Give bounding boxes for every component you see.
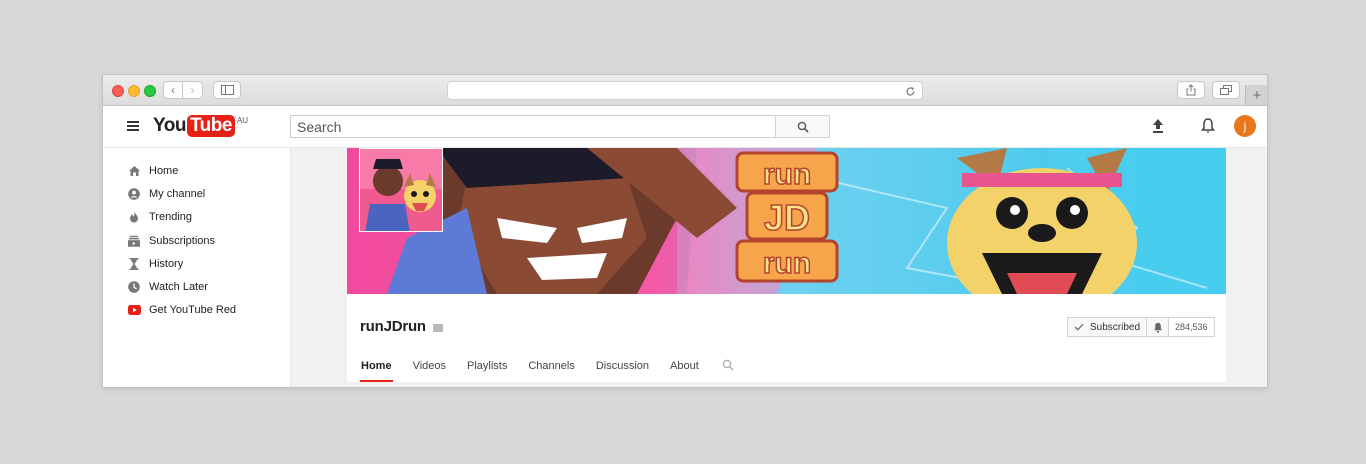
search-input[interactable] bbox=[290, 115, 776, 138]
logo-tube-text: Tube bbox=[186, 115, 235, 137]
share-button[interactable] bbox=[1177, 81, 1205, 99]
sidebar: Home My channel Trending Subscriptions H… bbox=[103, 148, 290, 387]
tabs-icon bbox=[1220, 85, 1232, 95]
sidebar-item-watch-later[interactable]: Watch Later bbox=[103, 275, 290, 298]
sidebar-item-label: Watch Later bbox=[149, 280, 208, 293]
subscribed-button[interactable]: Subscribed bbox=[1068, 318, 1148, 336]
sidebar-item-youtube-red[interactable]: Get YouTube Red bbox=[103, 298, 290, 321]
channel-search-button[interactable] bbox=[722, 358, 734, 371]
browser-titlebar: ‹ › + bbox=[103, 75, 1267, 106]
browser-window: ‹ › + You Tube AU Search j Home My chann… bbox=[103, 75, 1267, 387]
menu-icon[interactable] bbox=[127, 121, 139, 131]
tab-videos[interactable]: Videos bbox=[413, 360, 446, 382]
tab-discussion[interactable]: Discussion bbox=[596, 360, 649, 382]
reload-icon bbox=[905, 86, 915, 95]
banner-text-run-bottom: run bbox=[763, 247, 811, 280]
channel-tabs: Home Videos Playlists Channels Discussio… bbox=[360, 358, 734, 382]
search-button[interactable] bbox=[775, 115, 830, 138]
channel-page: run JD run runJDrun Subscribed 284,536 H… bbox=[291, 148, 1267, 387]
subscribe-widget: Subscribed 284,536 bbox=[1067, 317, 1215, 337]
forward-button[interactable]: › bbox=[183, 81, 203, 99]
sidebar-item-trending[interactable]: Trending bbox=[103, 205, 290, 228]
sidebar-icon bbox=[220, 85, 234, 95]
home-icon bbox=[127, 164, 141, 178]
search-icon bbox=[722, 359, 734, 371]
subscribed-label: Subscribed bbox=[1090, 321, 1141, 333]
checkmark-icon bbox=[1074, 323, 1084, 331]
zoom-window-button[interactable] bbox=[144, 85, 156, 97]
clock-icon bbox=[127, 280, 141, 294]
channel-header: runJDrun Subscribed 284,536 Home Videos … bbox=[347, 294, 1226, 382]
sidebar-item-subscriptions[interactable]: Subscriptions bbox=[103, 229, 290, 252]
reload-button[interactable] bbox=[902, 83, 918, 99]
run-jd-run-logo: run JD run bbox=[735, 151, 839, 283]
sidebar-item-label: My channel bbox=[149, 187, 206, 200]
flame-icon bbox=[127, 210, 141, 224]
sidebar-toggle-button[interactable] bbox=[213, 81, 241, 99]
banner-art: run JD run bbox=[347, 148, 1226, 294]
subscriber-count: 284,536 bbox=[1169, 318, 1214, 336]
youtube-logo[interactable]: You Tube AU bbox=[153, 115, 248, 137]
minimize-window-button[interactable] bbox=[128, 85, 140, 97]
notification-settings-button[interactable] bbox=[1147, 318, 1170, 336]
show-tabs-button[interactable] bbox=[1212, 81, 1240, 99]
logo-you-text: You bbox=[153, 115, 186, 136]
sidebar-item-history[interactable]: History bbox=[103, 252, 290, 275]
notifications-button[interactable] bbox=[1200, 117, 1216, 135]
tab-home[interactable]: Home bbox=[360, 360, 393, 382]
channel-avatar[interactable] bbox=[359, 148, 443, 232]
bell-icon bbox=[1153, 322, 1162, 332]
banner-text-jd: JD bbox=[764, 197, 810, 238]
tab-channels[interactable]: Channels bbox=[528, 360, 574, 382]
hourglass-icon bbox=[127, 257, 141, 271]
upload-icon bbox=[1153, 119, 1163, 133]
search-icon bbox=[797, 121, 809, 133]
upload-button[interactable] bbox=[1150, 117, 1166, 135]
new-tab-button[interactable]: + bbox=[1245, 85, 1267, 105]
sidebar-item-home[interactable]: Home bbox=[103, 159, 290, 182]
history-nav: ‹ › bbox=[163, 81, 205, 99]
sidebar-item-label: History bbox=[149, 257, 184, 270]
tab-about[interactable]: About bbox=[670, 360, 699, 382]
share-icon bbox=[1186, 84, 1196, 96]
region-label: AU bbox=[236, 116, 249, 125]
tab-playlists[interactable]: Playlists bbox=[467, 360, 507, 382]
youtube-header: You Tube AU j bbox=[103, 106, 1267, 148]
sidebar-item-label: Subscriptions bbox=[149, 234, 216, 247]
user-icon bbox=[127, 187, 141, 201]
subscriptions-icon bbox=[127, 234, 141, 248]
sidebar-item-label: Home bbox=[149, 164, 179, 177]
sidebar-item-label: Get YouTube Red bbox=[149, 303, 237, 316]
youtube-red-icon bbox=[127, 303, 141, 317]
address-bar[interactable] bbox=[447, 81, 923, 100]
dog-character bbox=[947, 148, 1137, 294]
channel-banner: run JD run bbox=[347, 148, 1226, 294]
close-window-button[interactable] bbox=[112, 85, 124, 97]
channel-name: runJDrun bbox=[360, 318, 426, 335]
banner-text-run-top: run bbox=[763, 158, 811, 191]
channel-avatar-art bbox=[360, 149, 442, 231]
account-avatar[interactable]: j bbox=[1234, 115, 1256, 137]
sidebar-item-label: Trending bbox=[149, 210, 193, 223]
verified-icon bbox=[433, 324, 443, 332]
bell-icon bbox=[1201, 118, 1215, 133]
sidebar-item-my-channel[interactable]: My channel bbox=[103, 182, 290, 205]
back-button[interactable]: ‹ bbox=[163, 81, 183, 99]
